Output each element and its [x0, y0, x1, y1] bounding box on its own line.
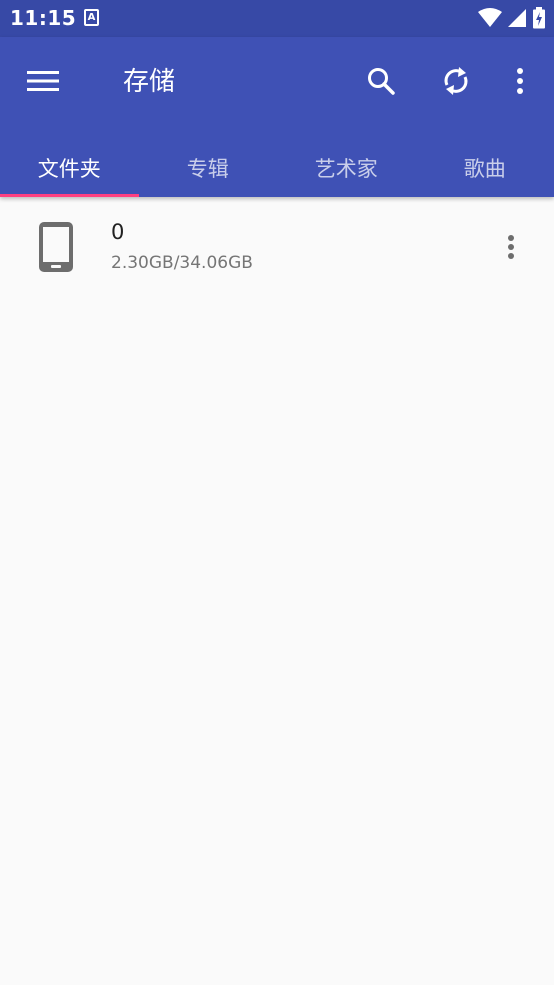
status-time: 11:15	[10, 6, 77, 30]
storage-usage: 2.30GB/34.06GB	[111, 253, 253, 273]
notification-icon: A	[84, 9, 99, 26]
tab-bar: 文件夹 专辑 艺术家 歌曲	[0, 139, 554, 197]
signal-icon	[508, 9, 526, 27]
battery-charging-icon	[533, 7, 545, 29]
tab-songs[interactable]: 歌曲	[416, 139, 554, 197]
tab-artists[interactable]: 艺术家	[277, 139, 416, 197]
overflow-menu-button[interactable]	[498, 61, 542, 101]
refresh-icon	[444, 67, 468, 95]
wifi-icon	[478, 8, 502, 27]
hamburger-menu-icon	[27, 71, 59, 91]
status-bar: 11:15 A	[0, 0, 554, 37]
list-item[interactable]: 0 2.30GB/34.06GB	[0, 197, 554, 285]
phone-icon	[39, 222, 73, 272]
storage-list: 0 2.30GB/34.06GB	[0, 197, 554, 285]
status-icons	[478, 7, 546, 29]
search-icon	[368, 68, 395, 95]
app-bar: 存储 文件夹 专辑 艺术家 歌曲	[0, 37, 554, 197]
tab-folders[interactable]: 文件夹	[0, 139, 139, 197]
refresh-button[interactable]	[434, 61, 478, 101]
search-button[interactable]	[359, 61, 403, 101]
more-vert-icon	[517, 68, 523, 94]
item-menu-button[interactable]	[496, 229, 526, 265]
page-title: 存储	[123, 67, 176, 97]
more-vert-icon	[508, 235, 514, 259]
tab-albums[interactable]: 专辑	[139, 139, 278, 197]
menu-button[interactable]	[22, 63, 64, 99]
storage-name: 0	[111, 220, 125, 244]
